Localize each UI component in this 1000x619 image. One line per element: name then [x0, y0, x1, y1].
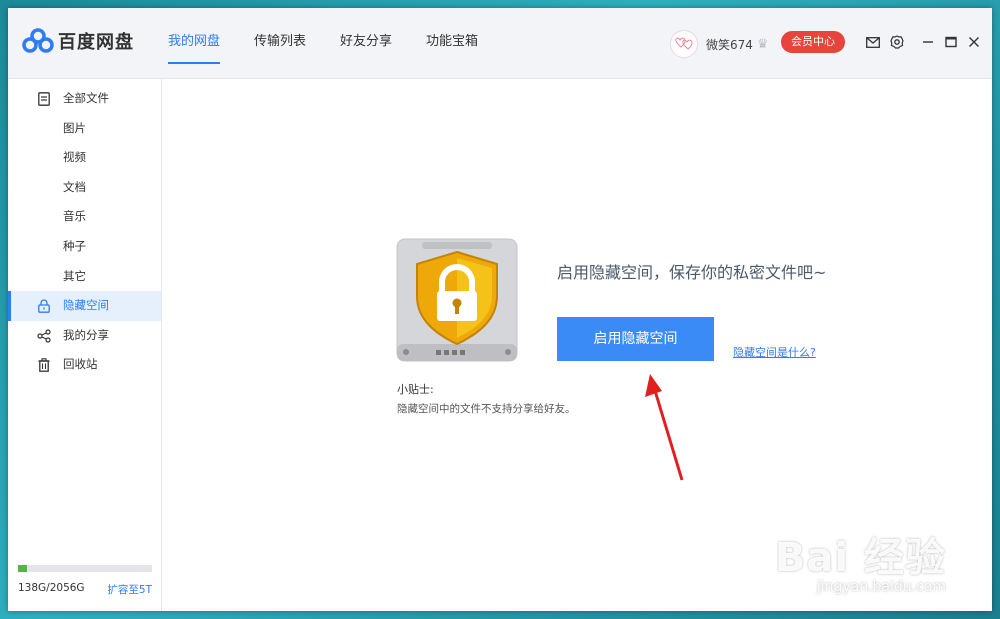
- main-nav: 我的网盘 传输列表 好友分享 功能宝箱: [168, 8, 512, 78]
- locked-drive-icon: [396, 238, 518, 362]
- what-is-hidden-space-link[interactable]: 隐藏空间是什么?: [733, 344, 816, 360]
- tab-friend-share[interactable]: 好友分享: [340, 8, 392, 78]
- sidebar-item-label: 隐藏空间: [63, 298, 109, 313]
- watermark-main: Bai 经验: [774, 535, 946, 581]
- tab-my-disk[interactable]: 我的网盘: [168, 8, 221, 78]
- sidebar-item-videos[interactable]: 视频: [8, 143, 161, 173]
- app-title: 百度网盘: [58, 32, 134, 53]
- user-box: 微笑674 ♛: [670, 30, 769, 58]
- sidebar-item-hidden-space[interactable]: 隐藏空间: [8, 291, 161, 321]
- app-logo[interactable]: 百度网盘: [22, 28, 134, 54]
- crown-icon: ♛: [756, 36, 769, 52]
- storage-quota: 138G/2056G 扩容至5T: [18, 565, 152, 597]
- enable-hidden-space-button[interactable]: 启用隐藏空间: [557, 317, 714, 361]
- expand-storage-link[interactable]: 扩容至5T: [107, 582, 152, 597]
- quota-text: 138G/2056G: [18, 582, 85, 594]
- close-icon[interactable]: [966, 34, 982, 50]
- lock-icon: [36, 298, 52, 314]
- tip-text: 隐藏空间中的文件不支持分享给好友。: [397, 403, 576, 415]
- hearts-avatar-icon: [675, 37, 693, 50]
- sidebar-item-my-share[interactable]: 我的分享: [8, 321, 161, 351]
- quota-bar-fill: [18, 565, 27, 572]
- share-icon: [36, 328, 52, 344]
- sidebar-item-label: 我的分享: [63, 327, 109, 342]
- sidebar-item-recycle-bin[interactable]: 回收站: [8, 350, 161, 380]
- vip-center-button[interactable]: 会员中心: [781, 31, 845, 53]
- sidebar-item-label: 回收站: [63, 357, 98, 372]
- sidebar-item-all-files[interactable]: 全部文件: [8, 84, 161, 114]
- tab-transfer-list[interactable]: 传输列表: [254, 8, 306, 78]
- sidebar-item-music[interactable]: 音乐: [8, 202, 161, 232]
- tab-toolbox[interactable]: 功能宝箱: [426, 8, 478, 78]
- sidebar-item-docs[interactable]: 文档: [8, 173, 161, 203]
- sidebar-item-torrents[interactable]: 种子: [8, 232, 161, 262]
- app-window: 百度网盘 我的网盘 传输列表 好友分享 功能宝箱 微笑674 ♛ 会员中心 全部…: [8, 8, 992, 611]
- sidebar-item-label: 全部文件: [63, 91, 109, 105]
- sidebar-item-images[interactable]: 图片: [8, 114, 161, 144]
- baidu-jingyan-watermark: Bai 经验 jingyan.baidu.com: [775, 525, 946, 595]
- sidebar: 全部文件 图片 视频 文档 音乐 种子 其它 隐藏空间 我的分享 回收站 138…: [8, 79, 162, 611]
- minimize-icon[interactable]: [920, 34, 936, 50]
- username: 微笑674: [706, 37, 753, 52]
- sidebar-item-others[interactable]: 其它: [8, 262, 161, 292]
- locked-drive-illustration: [396, 238, 518, 366]
- trash-icon: [36, 357, 52, 373]
- mail-icon[interactable]: [865, 34, 881, 50]
- gear-icon[interactable]: [889, 34, 905, 50]
- avatar[interactable]: [670, 30, 698, 58]
- sidebar-list: 全部文件 图片 视频 文档 音乐 种子 其它 隐藏空间 我的分享 回收站: [8, 79, 161, 380]
- baidu-cloud-logo-icon: [22, 28, 54, 53]
- hidden-space-headline: 启用隐藏空间，保存你的私密文件吧~: [557, 263, 827, 282]
- maximize-icon[interactable]: [943, 34, 959, 50]
- quota-bar: [18, 565, 152, 572]
- title-bar: 百度网盘 我的网盘 传输列表 好友分享 功能宝箱 微笑674 ♛ 会员中心: [8, 8, 992, 79]
- document-icon: [36, 91, 52, 107]
- tip-title: 小贴士:: [397, 383, 434, 396]
